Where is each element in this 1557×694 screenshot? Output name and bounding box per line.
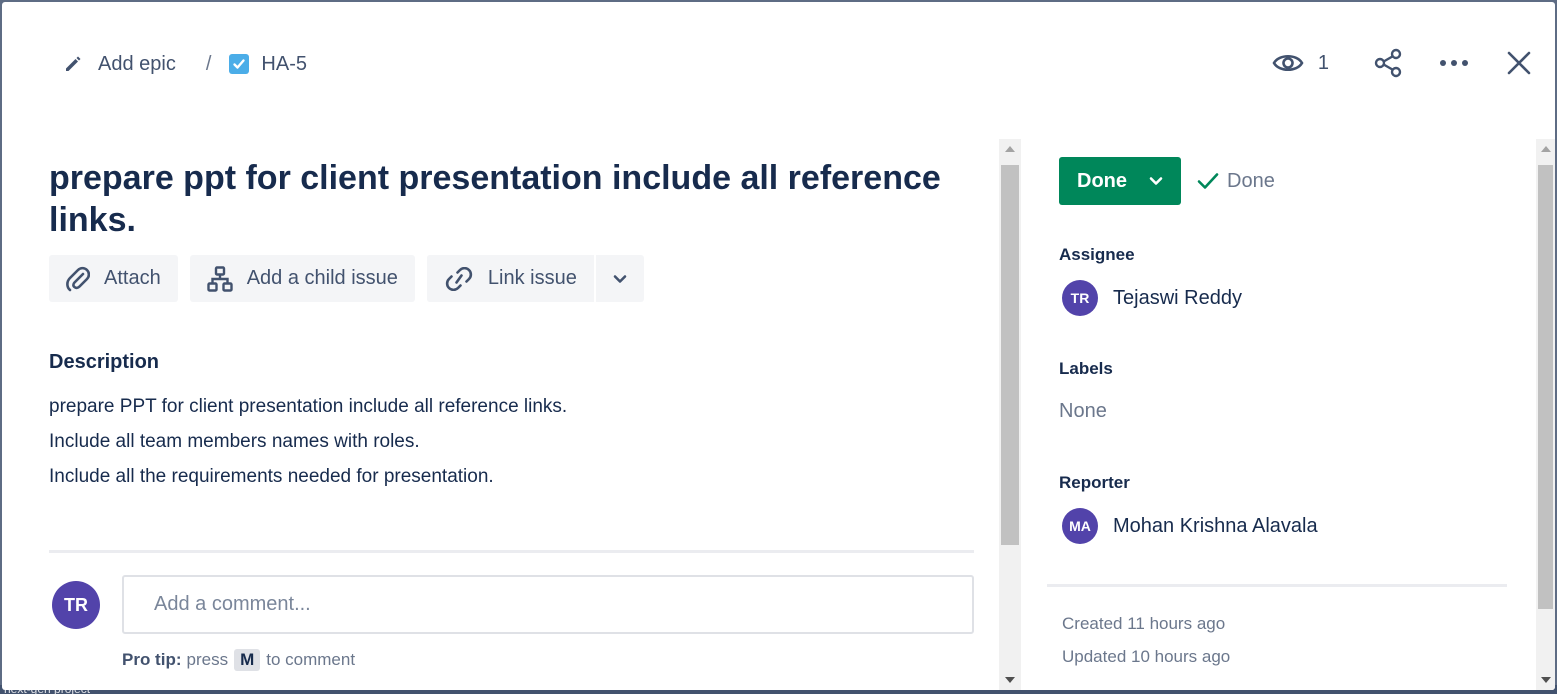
checkbox-icon: [229, 54, 250, 74]
status-dropdown-button[interactable]: Done: [1059, 157, 1181, 205]
share-button[interactable]: [1373, 46, 1403, 80]
pro-tip-label: Pro tip:: [122, 650, 182, 669]
chevron-down-icon: [613, 274, 627, 283]
add-child-issue-label: Add a child issue: [246, 267, 398, 289]
updated-timestamp: Updated 10 hours ago: [1062, 647, 1231, 666]
comment-placeholder: Add a comment...: [154, 593, 311, 615]
link-issue-label: Link issue: [487, 267, 577, 289]
reporter-name: Mohan Krishna Alavala: [1113, 514, 1318, 537]
commenter-avatar: TR: [52, 581, 100, 629]
assignee-name: Tejaswi Reddy: [1113, 286, 1242, 309]
pro-tip: Pro tip: press M to comment: [122, 649, 355, 671]
close-button[interactable]: [1507, 46, 1531, 80]
checkmark-icon: [1197, 173, 1219, 189]
scroll-thumb[interactable]: [1001, 165, 1019, 545]
close-icon: [1507, 51, 1531, 75]
issue-action-bar: Attach Add a child issue Link issue: [49, 255, 644, 302]
breadcrumb-separator: /: [205, 52, 212, 75]
assignee-field[interactable]: TR Tejaswi Reddy: [1062, 280, 1242, 316]
status-label: Done: [1077, 169, 1127, 192]
breadcrumb: Add epic / HA-5: [64, 50, 307, 78]
issue-details-sidebar: Done Done Assignee TR Tejaswi Reddy Labe…: [1022, 139, 1532, 690]
keyboard-shortcut-key: M: [234, 649, 261, 671]
description-body[interactable]: prepare PPT for client presentation incl…: [49, 389, 567, 494]
resolution-indicator: Done: [1197, 170, 1275, 193]
link-icon: [445, 266, 473, 291]
scroll-down-arrow-icon[interactable]: [1536, 670, 1555, 690]
chevron-down-icon: [1149, 177, 1163, 185]
section-divider: [49, 550, 974, 553]
scroll-up-arrow-icon[interactable]: [1536, 139, 1555, 159]
add-epic-label: Add epic: [98, 52, 176, 75]
header-actions: 1: [1272, 46, 1531, 80]
share-icon: [1374, 48, 1402, 78]
issue-title[interactable]: prepare ppt for client presentation incl…: [49, 157, 969, 241]
issue-main-panel: prepare ppt for client presentation incl…: [2, 139, 997, 690]
issue-modal: Add epic / HA-5 1 prepare ppt for client…: [2, 2, 1555, 690]
sidebar-divider: [1047, 584, 1507, 587]
paperclip-icon: [66, 266, 90, 291]
scroll-thumb[interactable]: [1538, 165, 1553, 609]
reporter-field[interactable]: MA Mohan Krishna Alavala: [1062, 508, 1318, 544]
pro-tip-post: to comment: [266, 650, 356, 669]
eye-icon: [1272, 54, 1304, 72]
main-panel-scrollbar[interactable]: [999, 139, 1021, 690]
comment-input[interactable]: Add a comment...: [122, 575, 974, 634]
status-row: Done Done: [1059, 157, 1275, 205]
created-timestamp: Created 11 hours ago: [1062, 614, 1226, 633]
description-line: prepare PPT for client presentation incl…: [49, 396, 568, 417]
more-actions-button[interactable]: [1439, 46, 1469, 80]
description-line: Include all the requirements needed for …: [49, 466, 494, 487]
reporter-label: Reporter: [1059, 473, 1130, 492]
more-icon: [1440, 60, 1468, 66]
add-child-issue-button[interactable]: Add a child issue: [189, 255, 415, 302]
assignee-avatar: TR: [1062, 280, 1098, 316]
reporter-avatar: MA: [1062, 508, 1098, 544]
issue-key: HA-5: [261, 52, 307, 75]
hierarchy-icon: [207, 265, 233, 292]
add-epic-link[interactable]: Add epic: [64, 53, 176, 76]
pro-tip-pre: press: [186, 650, 229, 669]
scroll-up-arrow-icon[interactable]: [999, 139, 1021, 159]
assignee-label: Assignee: [1059, 245, 1135, 264]
link-issue-button[interactable]: Link issue: [426, 255, 594, 302]
watch-count: 1: [1317, 51, 1329, 74]
labels-field[interactable]: None: [1059, 400, 1107, 423]
description-line: Include all team members names with role…: [49, 431, 420, 452]
attach-button[interactable]: Attach: [49, 255, 178, 302]
attach-label: Attach: [104, 267, 161, 289]
resolution-label: Done: [1227, 169, 1275, 192]
pencil-icon: [66, 56, 81, 71]
watch-button[interactable]: 1: [1272, 46, 1329, 80]
issue-key-link[interactable]: HA-5: [229, 53, 307, 76]
link-issue-dropdown-button[interactable]: [596, 255, 644, 302]
link-issue-split-button: Link issue: [426, 255, 644, 302]
labels-label: Labels: [1059, 359, 1113, 378]
scroll-down-arrow-icon[interactable]: [999, 670, 1021, 690]
description-label: Description: [49, 351, 160, 373]
sidebar-scrollbar[interactable]: [1536, 139, 1555, 690]
